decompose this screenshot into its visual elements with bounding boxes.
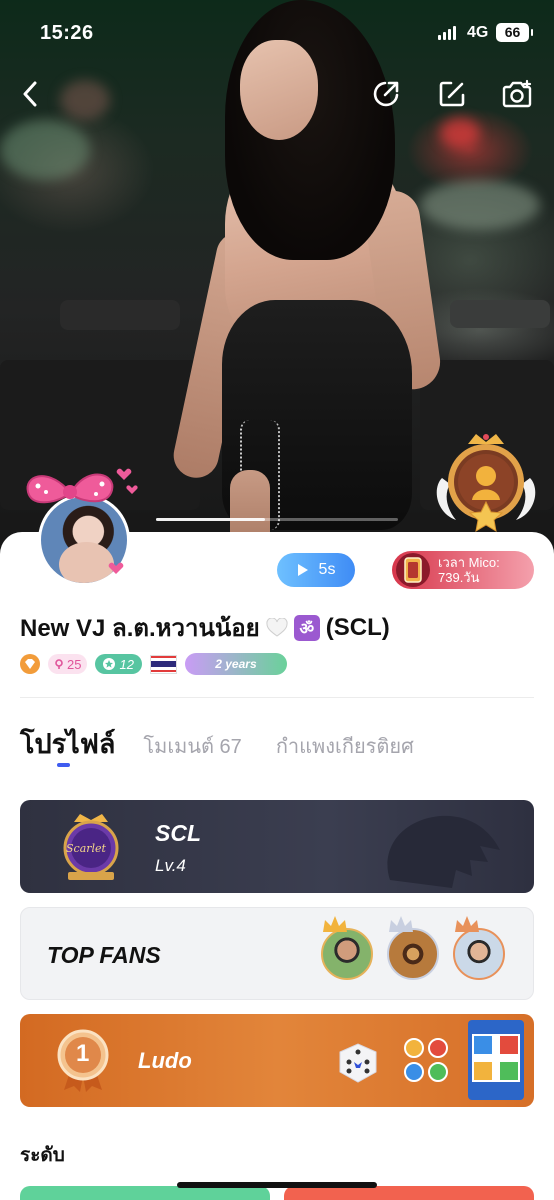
star-level-value: 12	[119, 656, 134, 672]
years-badge[interactable]: 2 years	[184, 653, 287, 675]
fans-icon	[55, 659, 63, 669]
country-flag-icon[interactable]	[149, 654, 177, 674]
profile-name-text: New VJ ล.ต.หวานน้อย	[20, 615, 260, 642]
om-icon: ॐ	[293, 614, 320, 641]
ludo-card[interactable]: 1 Ludo	[20, 1014, 534, 1107]
photo-carousel-progress	[156, 518, 398, 521]
ludo-board-icon	[468, 1020, 524, 1100]
vip-level-icon[interactable]	[20, 654, 40, 674]
family-emblem-text: Scarlet	[66, 842, 106, 855]
back-button[interactable]	[13, 76, 49, 112]
background-table	[60, 300, 180, 330]
profile-name: New VJ ล.ต.หวานน้อย ॐ (SCL)	[20, 608, 390, 647]
background-table	[450, 300, 550, 328]
ludo-rank: 1	[76, 1040, 90, 1067]
tab-hall-of-fame[interactable]: กำแพงเกียรติยศ	[276, 730, 414, 762]
mico-time-value: 739.วัน	[438, 570, 480, 585]
fans-level-value: 25	[67, 656, 82, 672]
fans-level-badge[interactable]: 25	[48, 654, 88, 674]
mico-time-badge[interactable]: เวลา Mico: 739.วัน	[392, 551, 534, 589]
share-icon	[373, 81, 399, 107]
tab-profile[interactable]: โปรไฟล์	[20, 722, 115, 765]
bokeh-light	[440, 118, 480, 148]
top-fans-title: TOP FANS	[47, 942, 161, 968]
family-card[interactable]: Scarlet SCL Lv.4	[20, 800, 534, 893]
years-value: 2 years	[215, 657, 257, 671]
bokeh-light	[420, 180, 540, 230]
family-name: SCL	[155, 820, 201, 846]
level-section-title: ระดับ	[20, 1145, 65, 1166]
photo-carousel-progress-fill	[156, 518, 265, 521]
star-icon	[103, 658, 116, 670]
edit-button[interactable]	[434, 76, 470, 112]
top-fans-card[interactable]: TOP FANS	[20, 907, 534, 1000]
profile-video-button[interactable]: 5s	[277, 553, 355, 587]
mico-badge-icon	[396, 553, 430, 587]
bokeh-light	[0, 120, 90, 180]
profile-tabs: โปรไฟล์ โมเมนต์ 67 กำแพงเกียรติยศ	[20, 722, 414, 765]
badge-row: 25 12 2 years	[20, 653, 287, 675]
mico-time-label: เวลา Mico:	[438, 555, 500, 570]
fan-crowns-icon	[323, 916, 479, 932]
dice-icon	[339, 1043, 377, 1083]
battery-icon: 66	[496, 23, 533, 42]
video-duration: 5s	[318, 561, 336, 578]
rank-medal-icon[interactable]	[432, 428, 540, 538]
white-heart-icon	[266, 617, 288, 637]
divider	[20, 697, 534, 698]
avatar[interactable]	[16, 462, 140, 586]
home-indicator	[177, 1182, 377, 1188]
share-button[interactable]	[368, 76, 404, 112]
status-time: 15:26	[40, 22, 94, 44]
bokeh-light	[60, 80, 110, 120]
profile-name-suffix: (SCL)	[325, 613, 390, 641]
ludo-title: Ludo	[138, 1048, 192, 1073]
ludo-tokens-icon	[404, 1038, 448, 1082]
signal-icon	[438, 26, 456, 40]
edit-icon	[439, 81, 465, 107]
level-card-right[interactable]	[284, 1186, 534, 1200]
back-icon	[23, 81, 37, 107]
play-icon	[297, 564, 308, 576]
tab-indicator	[57, 763, 70, 767]
network-type: 4G	[467, 24, 489, 41]
camera-icon	[502, 79, 532, 108]
status-bar: 15:26 4G 66	[0, 0, 554, 62]
star-level-badge[interactable]: 12	[95, 654, 142, 674]
lion-watermark-icon	[387, 815, 500, 888]
tab-moments[interactable]: โมเมนต์ 67	[143, 730, 241, 762]
level-card-left[interactable]	[20, 1186, 270, 1200]
camera-button[interactable]	[499, 76, 535, 112]
family-level: Lv.4	[155, 856, 186, 875]
bow-frame-icon	[26, 468, 138, 574]
